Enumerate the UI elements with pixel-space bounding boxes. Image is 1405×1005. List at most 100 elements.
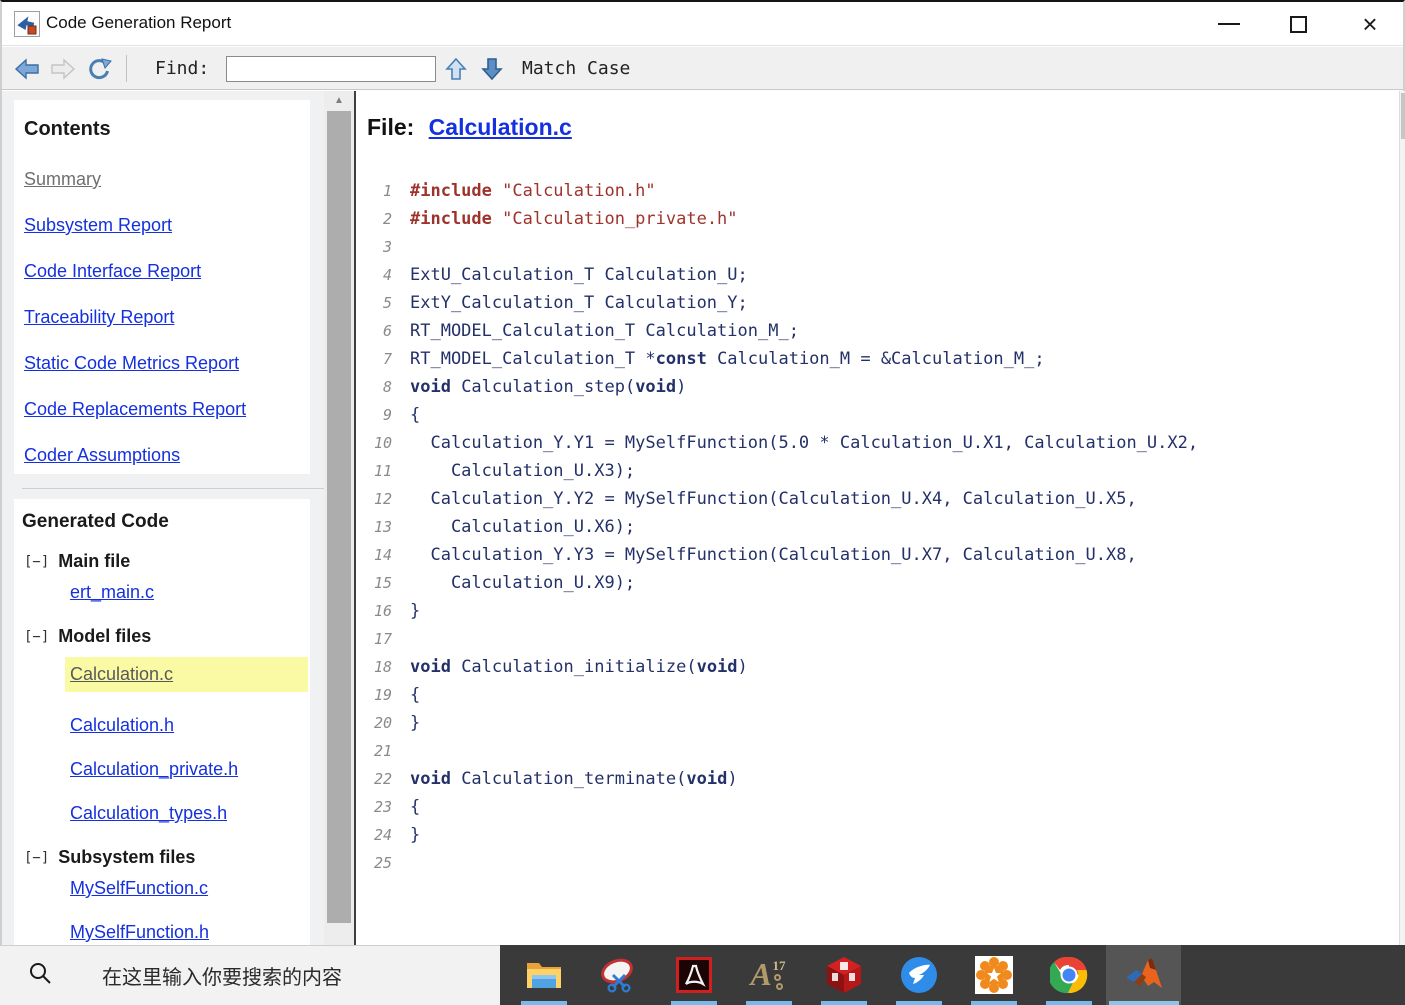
line-number: 19: [373, 686, 392, 704]
sidebar-link-summary[interactable]: Summary: [24, 169, 310, 190]
back-button[interactable]: [14, 47, 40, 90]
taskbar-adobe-acrobat[interactable]: [656, 945, 731, 1005]
code-text: ExtU_Calculation_T Calculation_U;: [410, 265, 748, 285]
match-case-toggle[interactable]: Match Case: [522, 47, 630, 90]
file-header: File: Calculation.c: [367, 114, 572, 141]
code-line: 18 void Calculation_initialize(void): [356, 653, 1356, 681]
code-text: {: [410, 405, 421, 425]
line-number: 8: [382, 378, 392, 396]
search-icon: [28, 961, 52, 990]
orange-gear-icon: [974, 956, 1013, 994]
line-number: 16: [373, 602, 392, 620]
tree-group-main-file: [−] Main file ert_main.c: [22, 551, 310, 603]
taskbar-matlab[interactable]: [1106, 945, 1181, 1005]
find-next-icon: [481, 57, 503, 80]
sidebar-link-coder-assumptions[interactable]: Coder Assumptions: [24, 445, 310, 466]
code-line: 3: [356, 233, 1356, 261]
taskbar-chrome[interactable]: [1031, 945, 1106, 1005]
file-link-calculation-h[interactable]: Calculation.h: [70, 715, 310, 736]
line-number: 23: [373, 798, 392, 816]
line-number: 1: [382, 182, 392, 200]
taskbar: 在这里输入你要搜索的内容 A 17: [0, 945, 1405, 1005]
line-number: 5: [382, 294, 392, 312]
code-text: #include "Calculation.h": [410, 181, 656, 201]
line-number: 13: [373, 518, 392, 536]
line-number: 6: [382, 322, 392, 340]
line-number: 24: [373, 826, 392, 844]
file-link-myselffunction-c[interactable]: MySelfFunction.c: [70, 878, 310, 899]
line-number: 14: [373, 546, 392, 564]
scroll-up-icon[interactable]: ▲: [324, 93, 354, 109]
collapse-toggle-icon[interactable]: [−]: [24, 629, 49, 645]
taskbar-red-cube-app[interactable]: [806, 945, 881, 1005]
running-indicator: [520, 1001, 567, 1005]
code-generation-report-window: Code Generation Report × Find: Match Cas…: [0, 0, 1405, 945]
code-line: 2 #include "Calculation_private.h": [356, 205, 1356, 233]
tree-group-model-files: [−] Model files Calculation.c Calculatio…: [22, 626, 310, 824]
tree-group-subsystem-files: [−] Subsystem files MySelfFunction.c MyS…: [22, 847, 310, 943]
code-line: 19 {: [356, 681, 1356, 709]
toolbar: Find: Match Case: [2, 47, 1403, 90]
find-previous-button[interactable]: [445, 47, 467, 90]
collapse-toggle-icon[interactable]: [−]: [24, 554, 49, 570]
maximize-icon: [1289, 15, 1307, 33]
code-text: RT_MODEL_Calculation_T *const Calculatio…: [410, 349, 1045, 369]
main-scrollbar[interactable]: [1399, 91, 1405, 945]
line-number: 25: [373, 854, 392, 872]
code-line: 20}: [356, 709, 1356, 737]
file-link-myselffunction-h[interactable]: MySelfFunction.h: [70, 922, 310, 943]
close-button[interactable]: ×: [1346, 2, 1394, 46]
line-number: 20: [373, 714, 392, 732]
group-label-main-file: Main file: [58, 551, 131, 571]
file-link-calculation-c[interactable]: Calculation.c: [65, 657, 308, 692]
find-label: Find:: [155, 58, 210, 79]
taskbar-snipping-tool[interactable]: [581, 945, 656, 1005]
minimize-button[interactable]: [1205, 2, 1253, 46]
code-line: 23 {: [356, 793, 1356, 821]
sidebar-scrollbar-thumb[interactable]: [327, 111, 351, 923]
code-line: 14 Calculation_Y.Y3 = MySelfFunction(Cal…: [356, 541, 1356, 569]
refresh-button[interactable]: [86, 47, 112, 90]
line-number: 18: [373, 658, 392, 676]
sidebar-link-static-code-metrics-report[interactable]: Static Code Metrics Report: [24, 353, 310, 374]
code-text: void Calculation_initialize(void): [410, 657, 748, 677]
taskbar-search-box[interactable]: 在这里输入你要搜索的内容: [0, 945, 500, 1005]
find-input[interactable]: [226, 56, 436, 82]
code-text: }: [410, 825, 421, 845]
sidebar-link-traceability-report[interactable]: Traceability Report: [24, 307, 310, 328]
line-number: 3: [382, 238, 392, 256]
taskbar-dingtalk[interactable]: [881, 945, 956, 1005]
refresh-icon: [89, 57, 112, 79]
taskbar-file-explorer[interactable]: [506, 945, 581, 1005]
line-number: 4: [382, 266, 392, 284]
running-indicator: [745, 1001, 792, 1005]
sidebar-scrollbar[interactable]: ▲: [324, 91, 354, 945]
line-number: 10: [373, 434, 392, 452]
maximize-button[interactable]: [1274, 2, 1322, 46]
find-next-button[interactable]: [481, 47, 503, 90]
sidebar: Contents Summary Subsystem Report Code I…: [2, 91, 354, 945]
main-scrollbar-thumb[interactable]: [1401, 93, 1405, 139]
code-text: Calculation_U.X3);: [410, 461, 636, 481]
taskbar-orange-gear-app[interactable]: [956, 945, 1031, 1005]
file-link-calculation-private-h[interactable]: Calculation_private.h: [70, 759, 310, 780]
generated-code-panel: Generated Code [−] Main file ert_main.c …: [14, 499, 310, 945]
sidebar-link-subsystem-report[interactable]: Subsystem Report: [24, 215, 310, 236]
file-name-link[interactable]: Calculation.c: [429, 114, 572, 140]
active-indicator: [1108, 1001, 1179, 1005]
sidebar-link-code-replacements-report[interactable]: Code Replacements Report: [24, 399, 310, 420]
code-line: 8 void Calculation_step(void): [356, 373, 1356, 401]
forward-button[interactable]: [50, 47, 76, 90]
file-link-calculation-types-h[interactable]: Calculation_types.h: [70, 803, 310, 824]
code-line: 15 Calculation_U.X9);: [356, 569, 1356, 597]
sidebar-link-code-interface-report[interactable]: Code Interface Report: [24, 261, 310, 282]
matlab-icon: [1125, 958, 1162, 988]
window-title: Code Generation Report: [46, 13, 232, 32]
code-text: void Calculation_step(void): [410, 377, 687, 397]
code-text: Calculation_U.X6);: [410, 517, 636, 537]
taskbar-a17-app[interactable]: A 17: [731, 945, 806, 1005]
collapse-toggle-icon[interactable]: [−]: [24, 850, 49, 866]
code-line: 6 RT_MODEL_Calculation_T Calculation_M_;: [356, 317, 1356, 345]
titlebar: Code Generation Report ×: [2, 2, 1403, 46]
file-link-ert-main-c[interactable]: ert_main.c: [70, 582, 310, 603]
